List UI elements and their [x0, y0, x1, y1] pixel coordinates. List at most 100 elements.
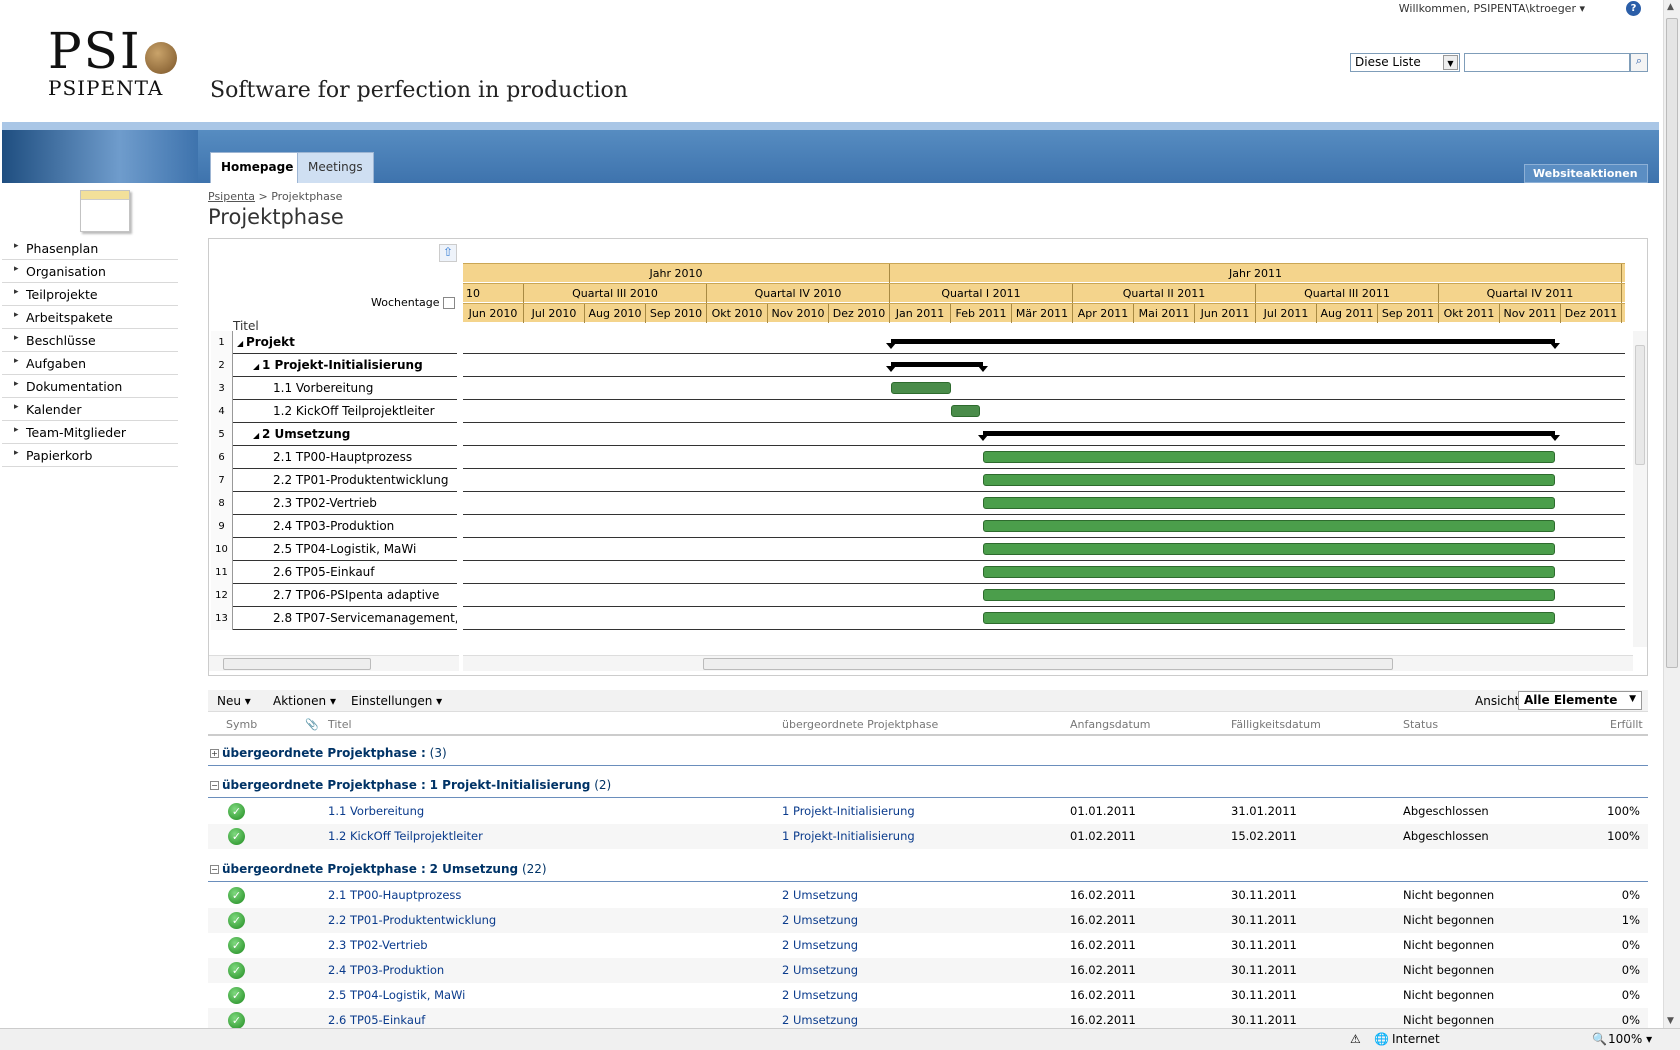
site-actions-menu[interactable]: Websiteaktionen ▾: [1524, 164, 1648, 193]
row-parent-link[interactable]: 2 Umsetzung: [782, 1013, 858, 1027]
gantt-task-bar[interactable]: [983, 543, 1555, 555]
row-parent-link[interactable]: 2 Umsetzung: [782, 963, 858, 977]
sidebar-item-organisation[interactable]: Organisation: [2, 260, 178, 283]
expand-toggle-icon[interactable]: −: [210, 781, 219, 790]
gantt-task-title-cell[interactable]: ◢ 1 Projekt-Initialisierung: [237, 358, 457, 372]
gantt-task-row[interactable]: 2 ◢ 1 Projekt-Initialisierung: [211, 354, 457, 377]
row-title-link[interactable]: 2.4 TP03-Produktion: [328, 963, 444, 977]
list-row[interactable]: ✓ 2.1 TP00-Hauptprozess 2 Umsetzung 16.02.2…: [208, 883, 1648, 908]
gantt-task-row[interactable]: 12 2.7 TP06-PSIpenta adaptive: [211, 584, 457, 607]
row-parent-link[interactable]: 2 Umsetzung: [782, 913, 858, 927]
col-start-date[interactable]: Anfangsdatum: [1070, 718, 1151, 731]
sidebar-item-kalender[interactable]: Kalender: [2, 398, 178, 421]
gantt-task-bar[interactable]: [983, 520, 1555, 532]
gantt-task-title-cell[interactable]: 2.1 TP00-Hauptprozess: [237, 450, 457, 464]
welcome-menu[interactable]: Willkommen, PSIPENTA\ktroeger ▾: [1399, 2, 1585, 15]
gantt-task-bar[interactable]: [983, 497, 1555, 509]
list-row[interactable]: ✓ 2.4 TP03-Produktion 2 Umsetzung 16.02.201…: [208, 958, 1648, 983]
row-title-link[interactable]: 1.2 KickOff Teilprojektleiter: [328, 829, 483, 843]
gantt-task-bar[interactable]: [983, 612, 1555, 624]
row-title-link[interactable]: 2.6 TP05-Einkauf: [328, 1013, 425, 1027]
browser-scroll-thumb[interactable]: [1666, 18, 1678, 668]
gantt-table-hscrollbar[interactable]: [209, 655, 459, 671]
chart-hscroll-thumb[interactable]: [703, 658, 1393, 670]
scroll-up-icon[interactable]: ▲: [1667, 2, 1674, 12]
col-status[interactable]: Status: [1403, 718, 1438, 731]
sidebar-item-beschluesse[interactable]: Beschlüsse: [2, 329, 178, 352]
gantt-task-row[interactable]: 4 1.2 KickOff Teilprojektleiter: [211, 400, 457, 423]
gantt-task-bar[interactable]: [983, 474, 1555, 486]
list-group-header[interactable]: − übergeordnete Projektphase : 1 Projekt-…: [208, 778, 1648, 798]
wochentage-toggle[interactable]: Wochentage: [371, 296, 455, 309]
zoom-level[interactable]: 100% ▾: [1608, 1032, 1652, 1046]
row-title-link[interactable]: 2.1 TP00-Hauptprozess: [328, 888, 461, 902]
gantt-task-title-cell[interactable]: 2.7 TP06-PSIpenta adaptive: [237, 588, 457, 602]
list-group-header[interactable]: + übergeordnete Projektphase : (3): [208, 746, 1648, 766]
gantt-task-bar[interactable]: [891, 382, 951, 394]
table-hscroll-thumb[interactable]: [223, 658, 371, 670]
row-title-link[interactable]: 2.5 TP04-Logistik, MaWi: [328, 988, 465, 1002]
warning-icon[interactable]: ⚠: [1350, 1032, 1361, 1046]
actions-menu[interactable]: Aktionen ▾: [273, 694, 336, 708]
help-icon[interactable]: ?: [1626, 1, 1641, 16]
gantt-task-title-cell[interactable]: ◢ 2 Umsetzung: [237, 427, 457, 441]
gantt-task-title-cell[interactable]: 2.5 TP04-Logistik, MaWi: [237, 542, 457, 556]
gantt-task-bar[interactable]: [983, 566, 1555, 578]
expand-toggle-icon[interactable]: +: [210, 749, 219, 758]
group-value[interactable]: 2 Umsetzung: [430, 862, 518, 876]
collapse-triangle-icon[interactable]: ◢: [237, 339, 246, 348]
sidebar-item-teilprojekte[interactable]: Teilprojekte: [2, 283, 178, 306]
tab-homepage[interactable]: Homepage: [210, 152, 305, 183]
row-title-link[interactable]: 2.3 TP02-Vertrieb: [328, 938, 428, 952]
browser-vertical-scrollbar[interactable]: ▲ ▼: [1663, 0, 1680, 1028]
breadcrumb-root[interactable]: Psipenta: [208, 190, 255, 203]
gantt-task-title-cell[interactable]: 2.8 TP07-Servicemanagement,: [237, 611, 457, 625]
gantt-task-row[interactable]: 7 2.2 TP01-Produktentwicklung: [211, 469, 457, 492]
gantt-task-row[interactable]: 13 2.8 TP07-Servicemanagement,: [211, 607, 457, 630]
row-parent-link[interactable]: 1 Projekt-Initialisierung: [782, 829, 915, 843]
gantt-summary-bar[interactable]: [978, 431, 1560, 441]
gantt-chart-hscrollbar[interactable]: [463, 655, 1633, 671]
gantt-task-title-cell[interactable]: 2.6 TP05-Einkauf: [237, 565, 457, 579]
col-parent-phase[interactable]: übergeordnete Projektphase: [782, 718, 938, 731]
gantt-task-title-cell[interactable]: 1.1 Vorbereitung: [237, 381, 457, 395]
list-row[interactable]: ✓ 2.5 TP04-Logistik, MaWi 2 Umsetzung 16.02…: [208, 983, 1648, 1008]
row-parent-link[interactable]: 2 Umsetzung: [782, 888, 858, 902]
col-done[interactable]: Erfüllt: [1610, 718, 1643, 731]
gantt-summary-bar[interactable]: [886, 339, 1560, 349]
gantt-task-title-cell[interactable]: 2.4 TP03-Produktion: [237, 519, 457, 533]
gantt-task-row[interactable]: 3 1.1 Vorbereitung: [211, 377, 457, 400]
scroll-down-icon[interactable]: ▼: [1667, 1016, 1674, 1026]
sidebar-item-arbeitspakete[interactable]: Arbeitspakete: [2, 306, 178, 329]
sidebar-item-dokumentation[interactable]: Dokumentation: [2, 375, 178, 398]
gantt-summary-bar[interactable]: [886, 362, 988, 372]
gantt-vertical-scrollbar[interactable]: [1633, 331, 1647, 647]
collapse-triangle-icon[interactable]: ◢: [253, 431, 262, 440]
search-input[interactable]: [1464, 53, 1630, 72]
gantt-vscroll-thumb[interactable]: [1635, 345, 1645, 465]
attachment-icon[interactable]: 📎: [305, 718, 319, 731]
gantt-task-row[interactable]: 10 2.5 TP04-Logistik, MaWi: [211, 538, 457, 561]
list-row[interactable]: ✓ 2.3 TP02-Vertrieb 2 Umsetzung 16.02.2011 3…: [208, 933, 1648, 958]
settings-menu[interactable]: Einstellungen ▾: [351, 694, 442, 708]
gantt-task-row[interactable]: 9 2.4 TP03-Produktion: [211, 515, 457, 538]
collapse-triangle-icon[interactable]: ◢: [253, 362, 262, 371]
col-titel[interactable]: Titel: [328, 718, 352, 731]
chevron-down-icon[interactable]: ▼: [1443, 55, 1458, 70]
gantt-task-row[interactable]: 6 2.1 TP00-Hauptprozess: [211, 446, 457, 469]
expand-toggle-icon[interactable]: −: [210, 865, 219, 874]
col-symb[interactable]: Symb: [226, 718, 257, 731]
zoom-icon[interactable]: 🔍: [1592, 1032, 1607, 1046]
gantt-task-title-cell[interactable]: 2.3 TP02-Vertrieb: [237, 496, 457, 510]
gantt-task-row[interactable]: 5 ◢ 2 Umsetzung: [211, 423, 457, 446]
gantt-task-bar[interactable]: [951, 405, 980, 417]
gantt-task-row[interactable]: 8 2.3 TP02-Vertrieb: [211, 492, 457, 515]
gantt-task-title-cell[interactable]: ◢ Projekt: [237, 335, 457, 349]
list-row[interactable]: ✓ 1.2 KickOff Teilprojektleiter 1 Projekt-…: [208, 824, 1648, 849]
list-group-header[interactable]: − übergeordnete Projektphase : 2 Umsetzun…: [208, 862, 1648, 882]
scroll-to-task-icon[interactable]: ⇧: [439, 244, 457, 262]
new-menu[interactable]: Neu ▾: [217, 694, 251, 708]
row-title-link[interactable]: 1.1 Vorbereitung: [328, 804, 424, 818]
gantt-task-title-cell[interactable]: 1.2 KickOff Teilprojektleiter: [237, 404, 457, 418]
sidebar-item-aufgaben[interactable]: Aufgaben: [2, 352, 178, 375]
